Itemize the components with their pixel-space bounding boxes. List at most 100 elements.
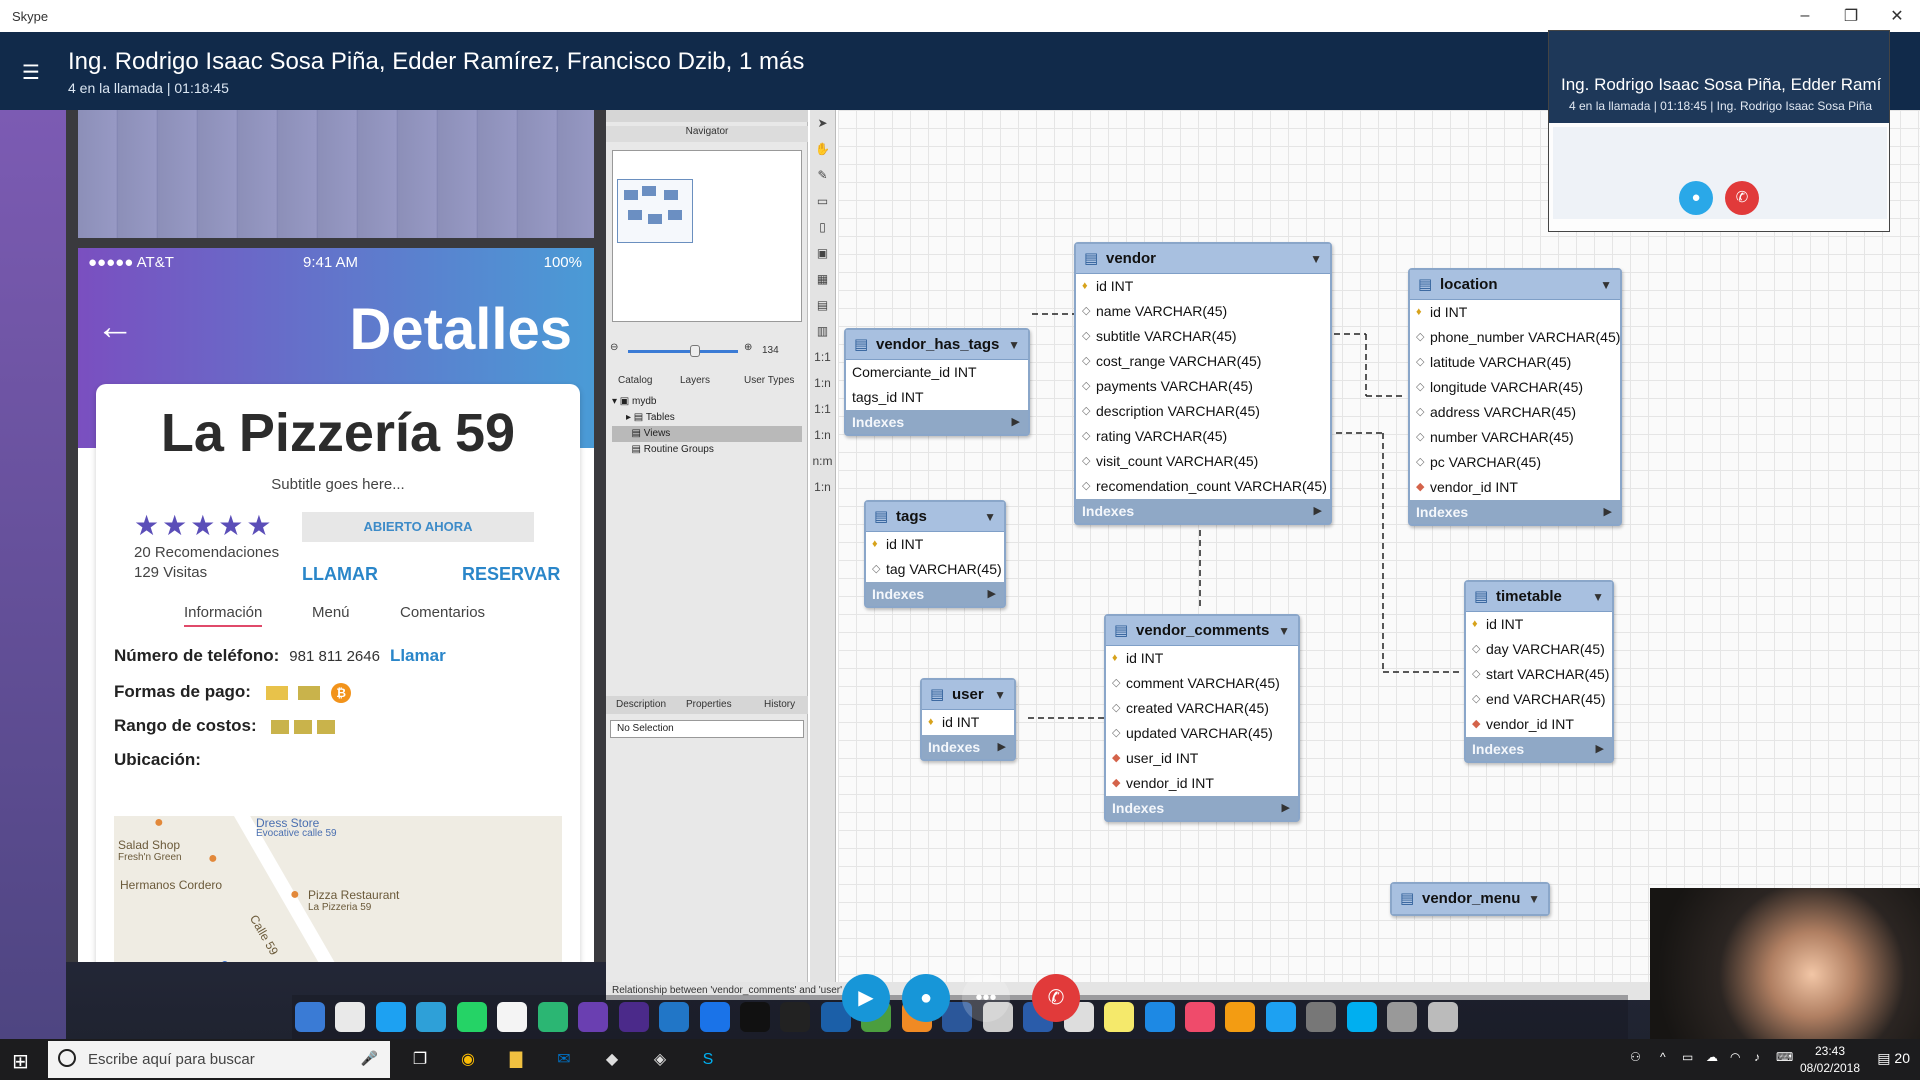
collapse-icon[interactable]: ▼ bbox=[984, 502, 996, 532]
expand-icon[interactable]: ▶ bbox=[1282, 796, 1290, 820]
tab-description[interactable]: Description bbox=[616, 699, 666, 710]
indexes-bar[interactable]: Indexes ▶ bbox=[1466, 737, 1612, 761]
onedrive-icon[interactable]: ☁ bbox=[1706, 1050, 1718, 1064]
collapse-icon[interactable]: ▼ bbox=[994, 680, 1006, 710]
trash-icon[interactable] bbox=[1427, 1002, 1458, 1032]
language-icon[interactable]: ⌨ bbox=[1776, 1050, 1793, 1064]
table-vendor-comments[interactable]: vendor_comments ▼ id INT comment VARCHAR(… bbox=[1104, 614, 1300, 822]
notifications-icon[interactable]: ▤ 20 bbox=[1877, 1050, 1910, 1067]
rel-1-n-id-icon[interactable]: 1:n bbox=[810, 422, 835, 448]
table-location[interactable]: location ▼ id INT phone_number VARCHAR(45… bbox=[1408, 268, 1622, 526]
intellij-icon[interactable] bbox=[780, 1002, 811, 1032]
expand-icon[interactable]: ▶ bbox=[1012, 410, 1020, 434]
indexes-bar[interactable]: Indexes ▶ bbox=[1410, 500, 1620, 524]
clock-date[interactable]: 08/02/2018 bbox=[1792, 1061, 1868, 1075]
app-icon[interactable]: ◈ bbox=[636, 1043, 684, 1076]
tab-catalog[interactable]: Catalog bbox=[618, 375, 652, 386]
table-header[interactable]: user ▼ bbox=[922, 680, 1014, 710]
twitter-icon[interactable] bbox=[375, 1002, 406, 1032]
tab-properties[interactable]: Properties bbox=[686, 699, 732, 710]
map-view[interactable]: Dress Store Evocative calle 59 Salad Sho… bbox=[114, 816, 562, 962]
volume-icon[interactable]: ♪ bbox=[1754, 1050, 1760, 1064]
hand-tool-icon[interactable]: ✋ bbox=[810, 136, 835, 162]
collapse-icon[interactable]: ▼ bbox=[1278, 616, 1290, 646]
table-vendor[interactable]: vendor ▼ id INT name VARCHAR(45) subtitle… bbox=[1074, 242, 1332, 525]
map-pin-icon[interactable]: ● bbox=[220, 956, 230, 962]
indexes-bar[interactable]: Indexes ▶ bbox=[922, 735, 1014, 759]
appstore-icon[interactable] bbox=[1265, 1002, 1296, 1032]
table-tool-icon[interactable]: ▦ bbox=[810, 266, 835, 292]
chrome-icon[interactable] bbox=[335, 1002, 366, 1032]
tab-menu[interactable]: Menú bbox=[312, 604, 350, 621]
collapse-icon[interactable]: ▼ bbox=[1008, 330, 1020, 360]
navigator-panel[interactable] bbox=[612, 150, 802, 322]
itunes-icon[interactable] bbox=[1184, 1002, 1215, 1032]
folder-icon[interactable] bbox=[1387, 1002, 1418, 1032]
collapse-icon[interactable]: ▼ bbox=[1528, 884, 1540, 914]
quill-icon[interactable] bbox=[578, 1002, 609, 1032]
table-header[interactable]: tags ▼ bbox=[866, 502, 1004, 532]
rel-existing-icon[interactable]: 1:n bbox=[810, 474, 835, 500]
mic-toggle-icon[interactable]: ● bbox=[902, 974, 950, 1022]
finder-icon[interactable] bbox=[295, 1002, 325, 1032]
pointer-tool-icon[interactable]: ➤ bbox=[810, 110, 835, 136]
routine-tool-icon[interactable]: ▥ bbox=[810, 318, 835, 344]
table-header[interactable]: timetable ▼ bbox=[1466, 582, 1612, 612]
outlook-taskbar-icon[interactable]: ✉ bbox=[540, 1043, 588, 1076]
more-options-icon[interactable]: ••• bbox=[962, 974, 1010, 1022]
maps-icon[interactable] bbox=[699, 1002, 730, 1032]
zoom-in-icon[interactable]: ⊕ bbox=[744, 342, 752, 353]
table-header[interactable]: vendor ▼ bbox=[1076, 244, 1330, 274]
table-header[interactable]: vendor_comments ▼ bbox=[1106, 616, 1298, 646]
tree-item-tables[interactable]: ▸ ▤ Tables bbox=[612, 410, 802, 426]
whatsapp-icon[interactable] bbox=[456, 1002, 487, 1032]
close-icon[interactable]: ✕ bbox=[1874, 0, 1920, 32]
sublime-icon[interactable] bbox=[497, 1002, 528, 1032]
eer-diagram-canvas[interactable]: vendor_has_tags ▼ Comerciante_id INT tags… bbox=[838, 110, 1920, 982]
expand-icon[interactable]: ▶ bbox=[1596, 737, 1604, 761]
collapse-icon[interactable]: ▼ bbox=[1600, 270, 1612, 300]
map-pin-icon[interactable]: ● bbox=[154, 816, 164, 832]
wifi-icon[interactable]: ◠ bbox=[1730, 1050, 1740, 1064]
search-input[interactable]: Escribe aquí para buscar 🎤 bbox=[48, 1041, 390, 1078]
tree-item-routine-groups[interactable]: ▤ Routine Groups bbox=[612, 442, 802, 458]
back-arrow-icon[interactable]: ← bbox=[96, 306, 134, 349]
expand-icon[interactable]: ▶ bbox=[998, 735, 1006, 759]
menu-icon[interactable]: ☰ bbox=[22, 60, 40, 85]
expand-icon[interactable]: ▶ bbox=[988, 582, 996, 606]
minimize-icon[interactable]: – bbox=[1782, 0, 1828, 32]
rel-1-n-icon[interactable]: 1:n bbox=[810, 370, 835, 396]
indexes-bar[interactable]: Indexes ▶ bbox=[1076, 499, 1330, 523]
task-view-icon[interactable]: ❐ bbox=[396, 1043, 444, 1076]
preview-mic-icon[interactable]: ● bbox=[1679, 181, 1713, 215]
skype-taskbar-icon[interactable]: S bbox=[684, 1043, 732, 1076]
indexes-bar[interactable]: Indexes ▶ bbox=[866, 582, 1004, 606]
eraser-tool-icon[interactable]: ✎ bbox=[810, 162, 835, 188]
skype-dock-icon[interactable] bbox=[1346, 1002, 1377, 1032]
tab-history[interactable]: History bbox=[764, 699, 795, 710]
table-vendor-has-tags[interactable]: vendor_has_tags ▼ Comerciante_id INT tags… bbox=[844, 328, 1030, 436]
call-button[interactable]: LLAMAR bbox=[302, 564, 378, 585]
messages-icon[interactable] bbox=[1144, 1002, 1175, 1032]
table-tags[interactable]: tags ▼ id INT tag VARCHAR(45) Indexes ▶ bbox=[864, 500, 1006, 608]
tab-comentarios[interactable]: Comentarios bbox=[400, 604, 485, 621]
rel-1-1-id-icon[interactable]: 1:1 bbox=[810, 396, 835, 422]
expand-icon[interactable]: ▶ bbox=[1314, 499, 1322, 523]
rel-1-1-icon[interactable]: 1:1 bbox=[810, 344, 835, 370]
table-user[interactable]: user ▼ id INT Indexes ▶ bbox=[920, 678, 1016, 761]
collapse-icon[interactable]: ▼ bbox=[1592, 582, 1604, 612]
tab-informacion[interactable]: Información bbox=[184, 604, 263, 627]
stickies-icon[interactable] bbox=[1104, 1002, 1135, 1032]
ibooks-icon[interactable] bbox=[1225, 1002, 1256, 1032]
pycharm-icon[interactable] bbox=[739, 1002, 770, 1032]
app-icon[interactable]: ◆ bbox=[588, 1043, 636, 1076]
preview-hang-up-icon[interactable]: ✆ bbox=[1725, 181, 1759, 215]
rel-n-m-icon[interactable]: n:m bbox=[810, 448, 835, 474]
note-tool-icon[interactable]: ▯ bbox=[810, 214, 835, 240]
tree-item-views[interactable]: ▤ Views bbox=[612, 426, 802, 442]
zoom-slider[interactable] bbox=[690, 345, 700, 357]
hang-up-icon[interactable]: ✆ bbox=[1032, 974, 1080, 1022]
zoom-value[interactable]: 134 bbox=[762, 345, 779, 356]
indexes-bar[interactable]: Indexes ▶ bbox=[846, 410, 1028, 434]
indexes-bar[interactable]: Indexes ▶ bbox=[1106, 796, 1298, 820]
